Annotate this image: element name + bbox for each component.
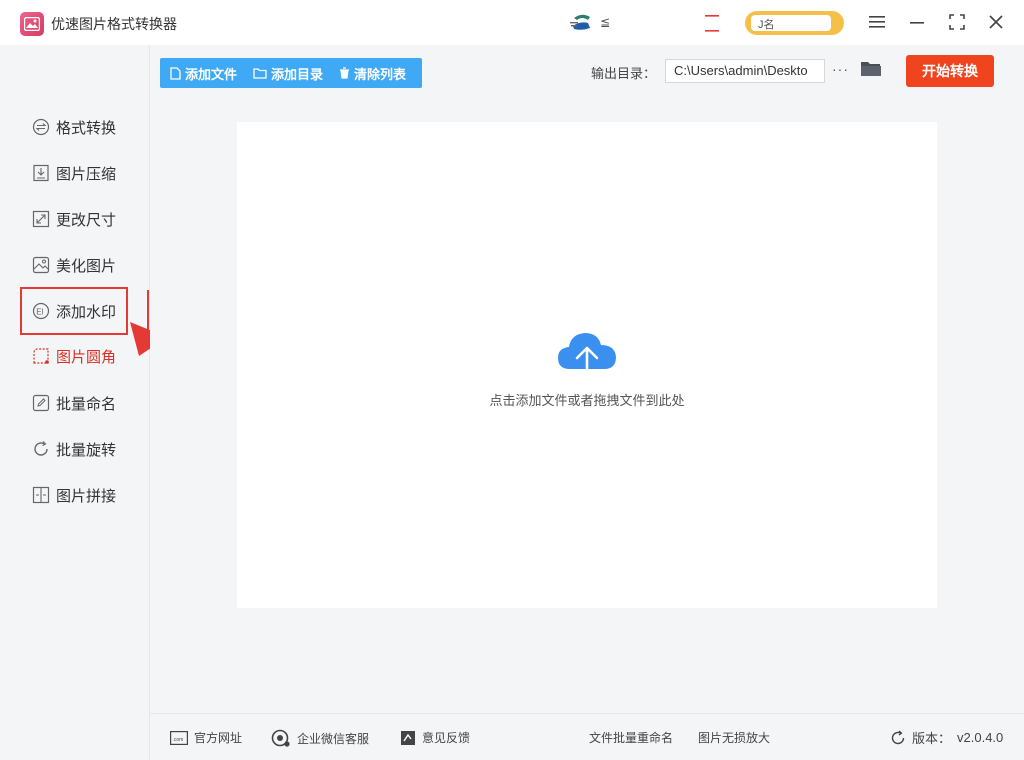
resize-icon — [32, 210, 50, 228]
format-convert-icon — [32, 118, 50, 136]
clear-list-label: 清除列表 — [354, 66, 407, 82]
batch-rename-link[interactable]: 文件批量重命名 — [589, 729, 673, 746]
app-title: 优速图片格式转换器 — [51, 16, 177, 32]
sidebar-item-beautify[interactable]: 美化图片 — [32, 254, 116, 276]
clear-list-button[interactable]: 清除列表 — [339, 64, 406, 83]
version-number: v2.0.4.0 — [957, 730, 1004, 745]
sidebar-item-resize[interactable]: 更改尺寸 — [32, 208, 116, 230]
brand-logo-icon — [570, 14, 590, 30]
version-label: 版本： — [912, 731, 952, 746]
sidebar-item-label: 图片拼接 — [56, 487, 117, 505]
rotate-icon — [34, 441, 48, 456]
brand-text: ≦ — [600, 15, 611, 29]
lossless-zoom-link[interactable]: 图片无损放大 — [698, 729, 770, 746]
compress-icon — [33, 164, 49, 182]
cloud-upload-icon — [558, 333, 616, 381]
round-corner-icon — [33, 348, 49, 364]
start-convert-button[interactable]: 开始转换 — [906, 55, 994, 87]
sidebar-item-round-corner[interactable]: 图片圆角 — [32, 345, 116, 367]
official-website-link[interactable]: .com 官方网址 — [170, 729, 242, 746]
add-file-label: 添加文件 — [185, 66, 238, 82]
wechat-icon — [271, 729, 290, 747]
feedback-icon — [401, 730, 415, 745]
user-account-badge[interactable]: J名 — [745, 11, 844, 35]
lossless-zoom-label: 图片无损放大 — [698, 731, 771, 745]
add-folder-button[interactable]: 添加目录 — [253, 64, 323, 83]
open-folder-icon[interactable] — [860, 60, 882, 81]
red-mark-icon — [705, 15, 719, 32]
maximize-icon[interactable] — [945, 10, 969, 34]
title-bar: 优速图片格式转换器 ≦ J名 — [0, 0, 1024, 45]
minimize-icon[interactable] — [905, 10, 929, 34]
folder-icon — [253, 68, 267, 79]
beautify-icon — [32, 256, 50, 274]
menu-icon[interactable] — [865, 10, 889, 34]
add-folder-label: 添加目录 — [271, 66, 324, 82]
footer: .com 官方网址 企业微信客服 意见反馈 文件批量重命名 图片无损放大 版本：… — [150, 713, 1024, 760]
version-info: 版本： v2.0.4.0 — [890, 728, 1003, 747]
feedback-label: 意见反馈 — [422, 731, 471, 745]
batch-rename-label: 文件批量重命名 — [589, 731, 674, 745]
app-logo-icon — [20, 12, 44, 36]
refresh-icon — [891, 730, 905, 744]
trash-icon — [340, 67, 349, 79]
file-drop-zone[interactable]: 点击添加文件或者拖拽文件到此处 — [237, 122, 937, 608]
sidebar-item-rotate[interactable]: 批量旋转 — [32, 438, 116, 460]
sidebar-item-format-convert[interactable]: 格式转换 — [32, 116, 116, 138]
wechat-support-link[interactable]: 企业微信客服 — [271, 729, 369, 747]
svg-text:.com: .com — [173, 737, 184, 743]
rename-icon — [32, 394, 50, 412]
stitch-icon — [32, 486, 50, 504]
output-dir-label: 输出目录： — [591, 66, 657, 81]
file-icon — [170, 66, 181, 80]
sidebar-item-compress[interactable]: 图片压缩 — [32, 162, 116, 184]
website-icon: .com — [170, 730, 188, 745]
sidebar-item-label: 图片压缩 — [56, 165, 117, 183]
official-website-label: 官方网址 — [194, 731, 243, 745]
wechat-support-label: 企业微信客服 — [297, 731, 370, 746]
sidebar-item-stitch[interactable]: 图片拼接 — [32, 484, 116, 506]
drop-hint-text: 点击添加文件或者拖拽文件到此处 — [489, 393, 685, 408]
feedback-link[interactable]: 意见反馈 — [400, 729, 470, 746]
sidebar-item-label: 格式转换 — [56, 119, 117, 137]
active-item-highlight — [20, 287, 128, 335]
file-toolbar: 添加文件 添加目录 清除列表 — [160, 58, 422, 88]
sidebar-item-label: 批量命名 — [56, 395, 117, 413]
sidebar-item-label: 美化图片 — [56, 257, 117, 275]
browse-more-button[interactable]: ··· — [832, 61, 849, 77]
main-area: 添加文件 添加目录 清除列表 输出目录： C:\Users\admin\Desk… — [150, 45, 1024, 713]
add-file-button[interactable]: 添加文件 — [170, 64, 237, 83]
sidebar-item-rename[interactable]: 批量命名 — [32, 392, 116, 414]
output-dir-input[interactable]: C:\Users\admin\Deskto — [665, 59, 825, 83]
sidebar-item-label: 批量旋转 — [56, 441, 117, 459]
user-name: J名 — [758, 19, 775, 31]
sidebar-item-label: 更改尺寸 — [56, 211, 117, 229]
sidebar-item-label: 图片圆角 — [56, 348, 117, 366]
close-icon[interactable] — [984, 10, 1008, 34]
